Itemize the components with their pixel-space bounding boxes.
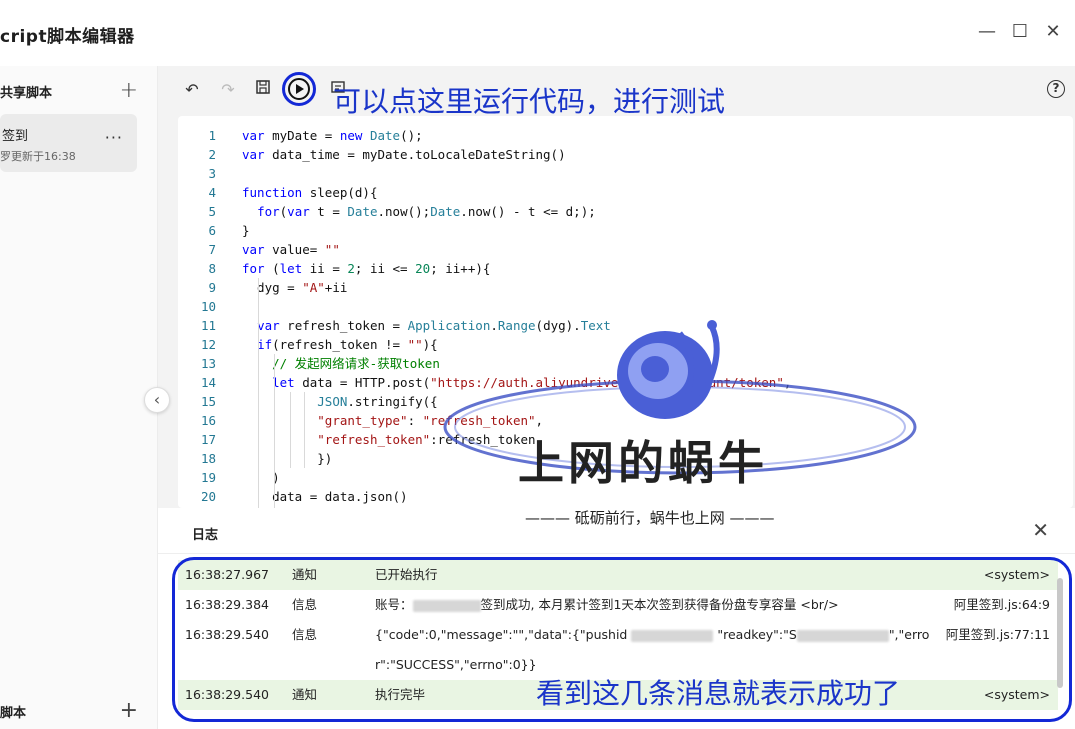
line-number: 19 xyxy=(200,470,216,485)
sidebar-item-script[interactable]: 签到 罗更新于16:38 ··· xyxy=(0,114,137,172)
sidebar: 共享脚本 + 签到 罗更新于16:38 ··· 脚本 + xyxy=(0,66,158,729)
log-title: 日志 xyxy=(192,528,219,543)
indent-guide xyxy=(304,392,305,468)
code-text[interactable]: var value= "" xyxy=(242,240,340,259)
code-text[interactable]: data = data.json() xyxy=(242,487,407,506)
code-text[interactable]: if(refresh_token != ""){ xyxy=(242,335,438,354)
watermark-logo: 上网的蜗牛 ——— 砥砺前行，蜗牛也上网 ——— xyxy=(440,315,920,527)
code-line[interactable]: 10 xyxy=(178,297,1073,316)
line-number: 5 xyxy=(208,204,216,219)
line-number: 1 xyxy=(208,128,216,143)
redo-icon[interactable]: ↷ xyxy=(216,78,240,102)
line-number: 11 xyxy=(200,318,216,333)
line-number: 17 xyxy=(200,432,216,447)
indent-guide xyxy=(274,354,275,508)
script-name: 签到 xyxy=(2,129,29,144)
code-line[interactable]: 5 for(var t = Date.now();Date.now() - t … xyxy=(178,202,1073,221)
add-shared-script-button[interactable]: + xyxy=(120,78,138,103)
indent-guide xyxy=(290,392,291,468)
code-line[interactable]: 9 dyg = "A"+ii xyxy=(178,278,1073,297)
line-number: 3 xyxy=(208,166,216,181)
line-number: 15 xyxy=(200,394,216,409)
script-updated-time: 罗更新于16:38 xyxy=(0,150,76,163)
title-bar: cript脚本编辑器 — ☐ ✕ xyxy=(0,0,1075,66)
minimize-button[interactable]: — xyxy=(975,20,999,44)
code-text[interactable]: for(var t = Date.now();Date.now() - t <=… xyxy=(242,202,596,221)
line-number: 8 xyxy=(208,261,216,276)
watermark-slogan: ——— 砥砺前行，蜗牛也上网 ——— xyxy=(525,509,775,527)
code-line[interactable]: 8 for (let ii = 2; ii <= 20; ii++){ xyxy=(178,259,1073,278)
line-number: 20 xyxy=(200,489,216,504)
scripts-label: 脚本 xyxy=(0,706,27,721)
code-text[interactable]: } xyxy=(242,221,250,240)
code-text[interactable]: var myDate = new Date(); xyxy=(242,126,423,145)
run-button[interactable] xyxy=(288,78,310,100)
code-text[interactable]: JSON.stringify({ xyxy=(242,392,437,411)
code-text[interactable]: }) xyxy=(242,449,332,468)
maximize-button[interactable]: ☐ xyxy=(1008,20,1032,44)
scripts-footer: 脚本 + xyxy=(0,698,158,723)
toolbar: ↶ ↷ ? 可以点这里运行代码，进行测试 xyxy=(158,66,1075,118)
code-line[interactable]: 6} xyxy=(178,221,1073,240)
code-text[interactable]: // 发起网络请求-获取token xyxy=(242,354,440,373)
collapse-sidebar-button[interactable]: ‹ xyxy=(144,387,170,413)
code-line[interactable]: 1 var myDate = new Date(); xyxy=(178,126,1073,145)
indent-guide xyxy=(258,278,259,508)
line-number: 10 xyxy=(200,299,216,314)
code-line[interactable]: 3 xyxy=(178,164,1073,183)
code-line[interactable]: 2 var data_time = myDate.toLocaleDateStri… xyxy=(178,145,1073,164)
line-number: 7 xyxy=(208,242,216,257)
save-icon[interactable] xyxy=(251,78,275,102)
line-number: 18 xyxy=(200,451,216,466)
code-text[interactable]: function sleep(d){ xyxy=(242,183,377,202)
log-close-icon[interactable]: ✕ xyxy=(1032,518,1049,542)
code-line[interactable]: 4 function sleep(d){ xyxy=(178,183,1073,202)
close-window-button[interactable]: ✕ xyxy=(1041,20,1065,44)
more-options-icon[interactable]: ··· xyxy=(105,128,123,147)
line-number: 4 xyxy=(208,185,216,200)
shared-scripts-label: 共享脚本 xyxy=(0,86,53,101)
line-number: 2 xyxy=(208,147,216,162)
line-number: 9 xyxy=(208,280,216,295)
help-icon[interactable]: ? xyxy=(1047,80,1065,98)
success-annotation: 看到这几条消息就表示成功了 xyxy=(536,677,901,710)
app-title: cript脚本编辑器 xyxy=(0,27,135,47)
line-number: 12 xyxy=(200,337,216,352)
code-line[interactable]: 7 var value= "" xyxy=(178,240,1073,259)
watermark-name: 上网的蜗牛 xyxy=(518,436,768,490)
undo-icon[interactable]: ↶ xyxy=(180,78,204,102)
add-script-button[interactable]: + xyxy=(120,698,138,723)
shared-scripts-header: 共享脚本 + xyxy=(0,78,158,103)
code-text[interactable]: var data_time = myDate.toLocaleDateStrin… xyxy=(242,145,566,164)
line-number: 14 xyxy=(200,375,216,390)
line-number: 13 xyxy=(200,356,216,371)
line-number: 16 xyxy=(200,413,216,428)
code-text[interactable]: for (let ii = 2; ii <= 20; ii++){ xyxy=(242,259,490,278)
line-number: 6 xyxy=(208,223,216,238)
snail-logo-icon xyxy=(443,320,917,475)
run-annotation: 可以点这里运行代码，进行测试 xyxy=(333,85,726,118)
